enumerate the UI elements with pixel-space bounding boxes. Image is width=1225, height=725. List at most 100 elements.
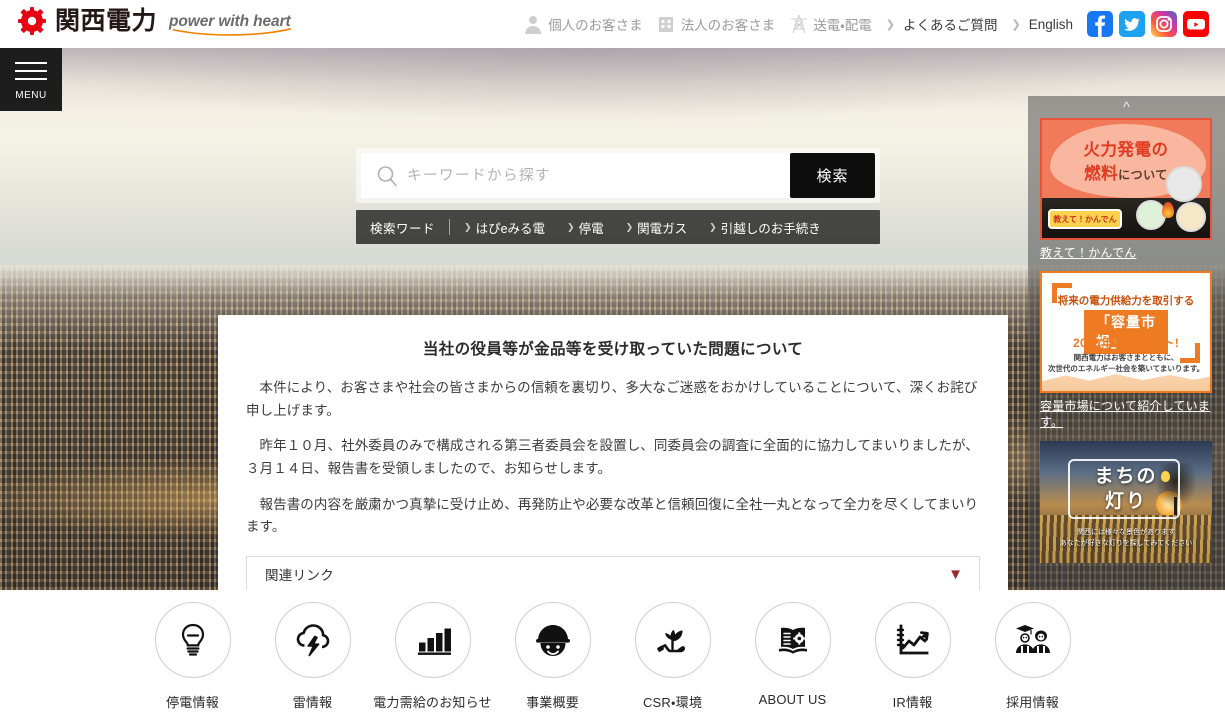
quicklink-label: 電力需給のお知らせ [373,695,492,710]
keyword-label: 停電 [578,221,604,236]
quicklink-outage-info[interactable]: 停電情報 [133,602,253,711]
chevron-right-icon: ❯ [1011,18,1021,31]
related-links-label: 関連リンク [265,568,334,584]
quicklink-thunder-info[interactable]: 雷情報 [253,602,373,711]
quicklink-label: 雷情報 [292,695,333,710]
hamburger-icon-bar [15,69,47,72]
header-link-faq-label: よくあるご質問 [903,18,998,33]
sidebar-scroll-up-button[interactable]: ^ [1028,96,1225,118]
search-input[interactable] [407,167,780,184]
quicklink-about-us[interactable]: ABOUT US [733,602,853,707]
banner-title-strong: 燃料 [1084,165,1119,183]
banner-machi-no-akari-image: まちの 灯り 関西には様々な景色があります あなたが好きな灯りを探してみてくださ… [1040,440,1212,563]
search-button[interactable]: 検索 [790,153,875,198]
quicklink-supply-demand[interactable]: 電力需給のお知らせ [373,602,493,711]
keyword-teiden[interactable]: ❯ 停電 [567,218,604,237]
notice-paragraph-3: 報告書の内容を厳粛かつ真摯に受け止め、再発防止や必要な改革と信頼回復に全社一丸と… [246,496,979,535]
divider [449,219,451,235]
notice-paragraph-1: 本件により、お客さまや社会の皆さまからの信頼を裏切り、多大なご迷惑をおかけしてい… [246,380,978,418]
keyword-label: はぴeみる電 [475,221,546,236]
kanden-logo-icon [18,7,46,35]
search-icon [375,164,399,188]
chevron-down-icon: ▼ [948,565,963,583]
worker-face-icon [514,602,591,678]
banner-word1: まちの [1094,465,1158,487]
oil-drum-bubble-icon [1176,202,1206,232]
banner-line4: 関西電力はお客さまとともに、 次世代のエネルギー社会を築いてまいります。 [1042,352,1210,375]
plant-hand-icon [634,602,711,678]
header-nav-corporate[interactable]: 法人のお客さま [657,14,776,34]
sidebar-banner-list: 火力発電の 燃料について 教えて！かんでん 教えて！かんでん 将来の電力供給力を… [1028,118,1225,590]
menu-button[interactable]: MENU [0,48,62,111]
search-field[interactable] [361,153,790,198]
chevron-right-icon: ❯ [709,221,717,232]
graduates-icon [994,602,1071,678]
keyword-hapie-miruden[interactable]: ❯ はぴeみる電 [464,218,545,237]
quicklink-label: ABOUT US [758,692,827,707]
promo-sidebar: ^ 火力発電の 燃料について 教えて！かんでん 教えて！かんでん 将来の電力供給… [1028,96,1225,590]
banner-thermal-fuel[interactable]: 火力発電の 燃料について 教えて！かんでん 教えて！かんでん [1040,118,1213,261]
banner-line3: 2020年にスタート! [1073,336,1179,351]
swoosh-icon [172,28,292,36]
chevron-right-icon: ❯ [885,18,895,31]
banner-capacity-market[interactable]: 将来の電力供給力を取引する 「容量市場」 2020年にスタート! 関西電力はお客… [1040,271,1213,430]
notice-panel: 当社の役員等が金品等を受け取っていた問題について 本件により、お客さまや社会の皆… [218,315,1008,590]
keyword-kanden-gas[interactable]: ❯ 関電ガス [626,218,688,237]
banner-caption-line1: 関西には様々な景色があります [1077,528,1175,536]
open-book-icon [754,602,831,678]
related-links-accordion[interactable]: 関連リンク ▼ [246,556,980,590]
header-nav-personal-label: 個人のお客さま [548,18,643,33]
bar-chart-icon [394,602,471,678]
header-nav-corporate-label: 法人のお客さま [680,18,776,33]
twitter-icon[interactable] [1119,11,1145,37]
notice-paragraph-2: 昨年１０月、社外委員のみで構成される第三者委員会を設置し、同委員会の調査に全面的… [246,438,979,477]
banner-line4b: 次世代のエネルギー社会を築いてまいります。 [1047,364,1205,374]
quick-links-nav: 停電情報 雷情報 電力需給のお知らせ 事業概要 CSR・環境 ABOUT US … [0,590,1225,725]
header-nav: 個人のお客さま 法人のお客さま 送電・配電 ❯ よくあるご質問 ❯ Englis… [524,0,1225,48]
quicklink-label: IR情報 [892,695,933,710]
header-link-faq[interactable]: ❯ よくあるご質問 [886,14,998,34]
header-link-english[interactable]: ❯ English [1012,17,1074,32]
facebook-icon[interactable] [1087,11,1113,37]
keyword-moving-procedure[interactable]: ❯ 引越しのお手続き [709,218,821,237]
quicklink-csr-environment[interactable]: CSR・環境 [613,602,733,711]
chevron-right-icon: ❯ [567,221,575,232]
instagram-icon[interactable] [1151,11,1177,37]
line-chart-icon [874,602,951,678]
search-keywords-bar: 検索ワード ❯ はぴeみる電 ❯ 停電 ❯ 関電ガス ❯ 引越しのお手続き [356,210,880,244]
notice-title: 当社の役員等が金品等を受け取っていた問題について [422,341,804,358]
chevron-right-icon: ❯ [625,221,634,232]
header-nav-transmission-label: 送電・配電 [813,18,872,33]
quicklink-business-overview[interactable]: 事業概要 [493,602,613,711]
thunder-cloud-icon [274,602,351,678]
page-root: 関西電力 power with heart 個人のお客さま 法人のお客さま 送電… [0,0,1225,725]
quicklink-label: 事業概要 [526,695,579,710]
banner-capacity-market-caption[interactable]: 容量市場について紹介しています。 [1040,398,1213,430]
banner-line1: 将来の電力供給力を取引する [1057,295,1195,308]
quicklink-ir-info[interactable]: IR情報 [853,602,973,711]
brand-name: 関西電力 [55,7,158,35]
quicklink-label: 採用情報 [1006,695,1059,710]
brand-tagline: power with heart [169,13,292,36]
search-block: 検索 検索ワード ❯ はぴeみる電 ❯ 停電 ❯ 関電ガス ❯ [356,148,880,244]
banner-machi-no-akari[interactable]: まちの 灯り 関西には様々な景色があります あなたが好きな灯りを探してみてくださ… [1040,440,1213,563]
header-nav-personal[interactable]: 個人のお客さま [524,14,643,34]
youtube-icon[interactable] [1183,11,1209,37]
oshiete-kanden-badge: 教えて！かんでん [1048,209,1122,229]
banner-capacity-market-image: 将来の電力供給力を取引する 「容量市場」 2020年にスタート! 関西電力はお客… [1040,271,1212,394]
building-icon [657,14,675,34]
quicklink-label: CSR・環境 [642,695,703,710]
search-row: 検索 [356,148,880,203]
header-nav-transmission[interactable]: 送電・配電 [789,14,872,34]
hamburger-icon-bar [15,61,47,64]
quicklink-recruit-info[interactable]: 採用情報 [973,602,1093,711]
hero-section: 検索 検索ワード ❯ はぴeみる電 ❯ 停電 ❯ 関電ガス ❯ [0,48,1225,590]
site-logo[interactable]: 関西電力 power with heart [18,7,292,36]
banner-thermal-fuel-caption[interactable]: 教えて！かんでん [1040,245,1213,261]
banner-line4a: 関西電力はお客さまとともに、 [1073,353,1179,363]
menu-button-label: MENU [15,89,47,101]
person-icon [524,14,542,34]
header-link-english-label: English [1028,16,1073,32]
banner-word2: 灯り [1104,490,1147,512]
quicklink-label: 停電情報 [166,695,219,710]
